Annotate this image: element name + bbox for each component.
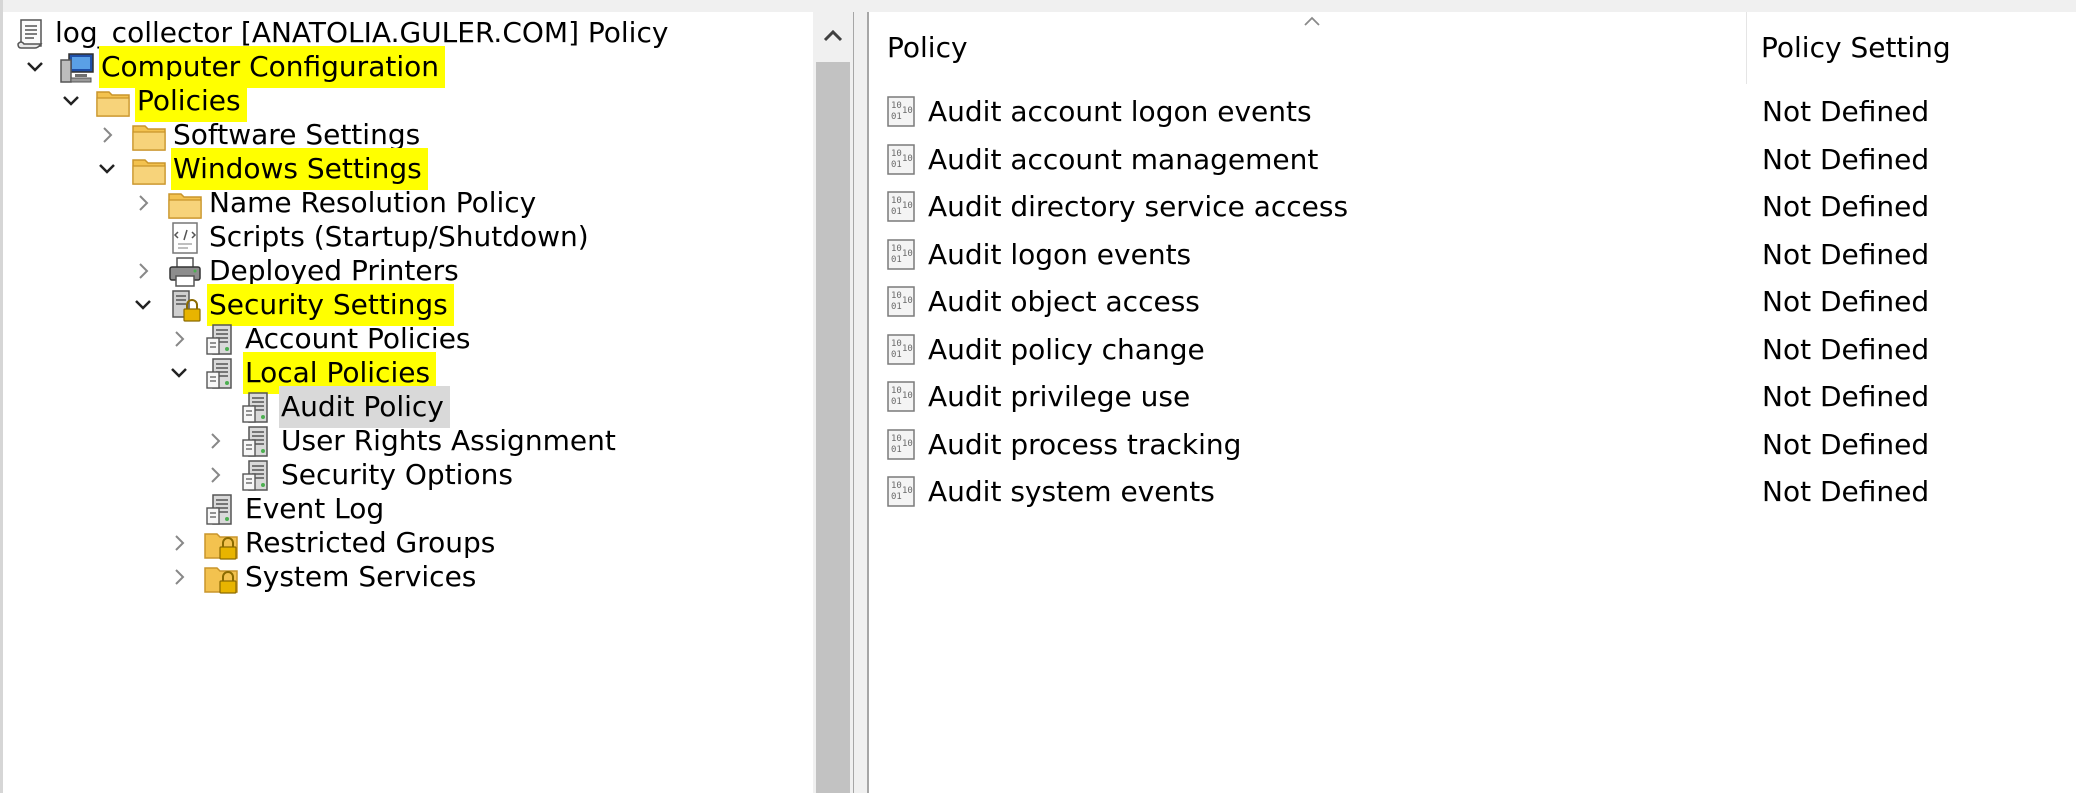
chevron-right-icon[interactable] [169, 567, 189, 587]
scroll-up-arrow-icon[interactable] [821, 24, 845, 48]
svg-text:10: 10 [902, 391, 913, 401]
svg-text:10: 10 [891, 386, 902, 396]
policy-name: Audit account logon events [928, 95, 1312, 128]
svg-text:10: 10 [902, 344, 913, 354]
policy-setting-value: Not Defined [1762, 380, 1930, 413]
svg-text:01: 01 [891, 302, 902, 312]
policy-setting-value: Not Defined [1762, 332, 1930, 366]
chevron-right-icon[interactable] [169, 533, 189, 553]
svg-text:10: 10 [902, 439, 913, 449]
tree-vertical-scrollbar[interactable] [813, 12, 853, 793]
chevron-down-icon[interactable] [61, 91, 81, 111]
svg-text:10: 10 [891, 244, 902, 254]
policy-row-audit-directory-service-access[interactable]: 10 01 10 Audit directory service access Not … [869, 183, 2076, 231]
policy-name: Audit object access [928, 285, 1200, 318]
svg-text:10: 10 [902, 249, 913, 259]
svg-text:10: 10 [902, 106, 913, 116]
policy-row-audit-policy-change[interactable]: 10 01 10 Audit policy change Not Defined [869, 326, 2076, 374]
policy-row-audit-logon-events[interactable]: 10 01 10 Audit logon events Not Defined [869, 231, 2076, 279]
svg-text:01: 01 [891, 445, 902, 455]
policy-name: Audit logon events [928, 237, 1192, 271]
locked-folder-icon [203, 560, 239, 596]
tree-item-label: System Services [245, 560, 477, 593]
svg-text:01: 01 [891, 350, 902, 360]
chevron-right-icon[interactable] [205, 431, 225, 451]
tree-item-system-services[interactable]: System Services [3, 556, 813, 598]
policy-row-audit-process-tracking[interactable]: 10 01 10 Audit process tracking Not Defined [869, 421, 2076, 469]
policy-setting-value: Not Defined [1762, 190, 1930, 223]
chevron-down-icon[interactable] [133, 295, 153, 315]
svg-text:10: 10 [891, 434, 902, 444]
chevron-right-icon[interactable] [169, 329, 189, 349]
column-header-policy[interactable]: Policy [869, 12, 1747, 84]
policy-name: Audit policy change [928, 332, 1205, 366]
policy-list-pane: Policy Policy Setting 10 01 10 Audit accoun… [869, 12, 2076, 793]
svg-text:01: 01 [891, 397, 902, 407]
column-header-policy-setting[interactable]: Policy Setting [1747, 12, 2076, 84]
policy-name: Audit process tracking [928, 427, 1242, 461]
binary-policy-icon: 10 01 10 [885, 428, 919, 462]
chevron-right-icon[interactable] [133, 261, 153, 281]
svg-text:10: 10 [902, 154, 913, 164]
svg-text:10: 10 [902, 486, 913, 496]
chevron-right-icon[interactable] [97, 125, 117, 145]
binary-policy-icon: 10 01 10 [885, 285, 919, 319]
svg-text:01: 01 [891, 255, 902, 265]
policy-setting-value: Not Defined [1762, 95, 1930, 128]
folder-icon [256, 786, 292, 793]
svg-text:10: 10 [902, 296, 913, 306]
pane-splitter[interactable] [853, 12, 869, 793]
binary-policy-icon: 10 01 10 [885, 143, 919, 177]
binary-policy-icon: 10 01 10 [885, 475, 919, 509]
policy-setting-value: Not Defined [1762, 237, 1930, 271]
svg-text:10: 10 [891, 101, 902, 111]
policy-setting-value: Not Defined [1762, 142, 1930, 176]
binary-policy-icon: 10 01 10 [885, 95, 919, 129]
policy-name: Audit account management [928, 142, 1319, 176]
chevron-right-icon[interactable] [133, 193, 153, 213]
svg-text:01: 01 [891, 492, 902, 502]
chevron-down-icon[interactable] [25, 57, 45, 77]
chevron-down-icon[interactable] [97, 159, 117, 179]
policy-setting-value: Not Defined [1762, 285, 1930, 318]
chevron-down-icon[interactable] [169, 363, 189, 383]
binary-policy-icon: 10 01 10 [885, 190, 919, 224]
policy-row-audit-privilege-use[interactable]: 10 01 10 Audit privilege use Not Defined [869, 373, 2076, 421]
policy-name: Audit privilege use [928, 380, 1191, 413]
svg-text:01: 01 [891, 207, 902, 217]
svg-text:10: 10 [891, 196, 902, 206]
policy-row-audit-object-access[interactable]: 10 01 10 Audit object access Not Defined [869, 278, 2076, 326]
svg-text:01: 01 [891, 112, 902, 122]
policy-name: Audit system events [928, 475, 1215, 508]
scrollbar-thumb[interactable] [816, 62, 850, 793]
policy-row-audit-account-logon-events[interactable]: 10 01 10 Audit account logon events Not Defi… [869, 88, 2076, 136]
svg-text:10: 10 [891, 339, 902, 349]
policy-row-audit-account-management[interactable]: 10 01 10 Audit account management Not Define… [869, 136, 2076, 184]
console-tree-pane[interactable]: log_collector [ANATOLIA.GULER.COM] Polic… [3, 12, 813, 793]
policy-setting-value: Not Defined [1762, 475, 1930, 508]
binary-policy-icon: 10 01 10 [885, 380, 919, 414]
svg-text:10: 10 [891, 291, 902, 301]
svg-text:01: 01 [891, 160, 902, 170]
svg-text:10: 10 [891, 481, 902, 491]
policy-name: Audit directory service access [928, 190, 1349, 223]
svg-text:10: 10 [891, 149, 902, 159]
policy-row-audit-system-events[interactable]: 10 01 10 Audit system events Not Defined [869, 468, 2076, 516]
policy-setting-value: Not Defined [1762, 427, 1930, 461]
svg-text:10: 10 [902, 201, 913, 211]
binary-policy-icon: 10 01 10 [885, 333, 919, 367]
binary-policy-icon: 10 01 10 [885, 238, 919, 272]
chevron-right-icon[interactable] [205, 465, 225, 485]
